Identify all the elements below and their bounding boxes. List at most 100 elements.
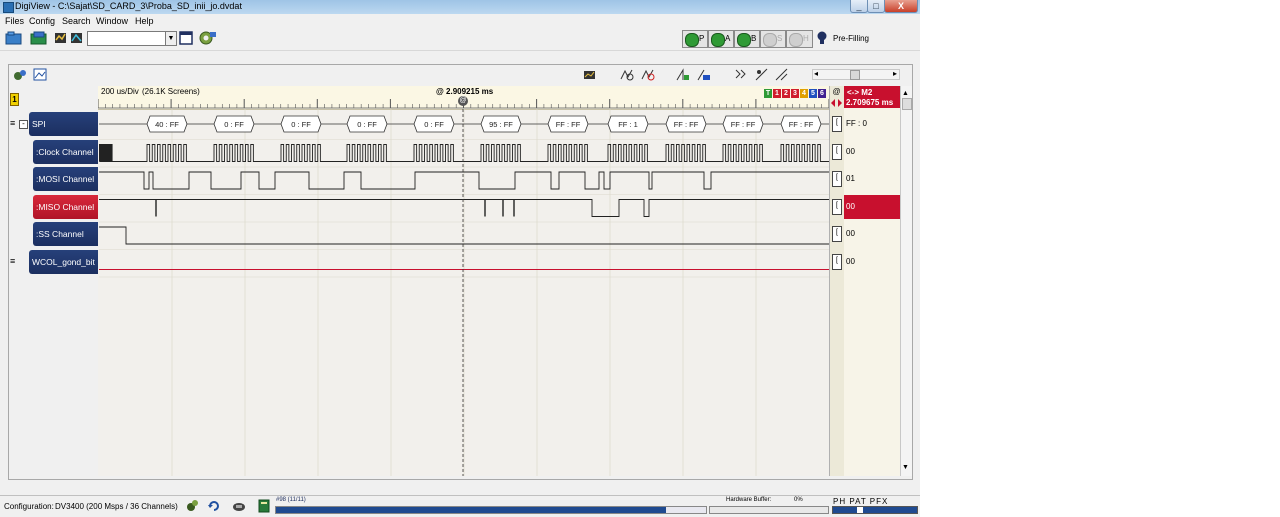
play-icon xyxy=(737,33,751,47)
settings-icon[interactable] xyxy=(185,499,199,513)
device-icon[interactable] xyxy=(232,499,246,513)
main-toolbar: ▼ P A B S H Pre-Filling xyxy=(0,28,920,51)
cursor-marker[interactable]: @ xyxy=(458,96,468,106)
run-s-label: S xyxy=(777,34,783,43)
menu-window[interactable]: Window xyxy=(96,16,128,26)
spi-frame[interactable]: 0 : FF xyxy=(413,115,455,133)
group-expander-icon[interactable]: ≡ xyxy=(10,256,15,266)
capture-status: Pre-Filling xyxy=(833,34,870,43)
maximize-button[interactable]: □ xyxy=(867,0,885,13)
stop-icon xyxy=(789,33,803,47)
channel-label-6[interactable]: WCOL_gond_bit xyxy=(29,249,98,274)
channel-value: FF : 0 xyxy=(846,119,867,128)
menu-bar: Files Config Search Window Help xyxy=(0,14,920,28)
channel-bracket-icon[interactable]: [ xyxy=(832,116,842,132)
zoom-in-icon[interactable] xyxy=(620,68,634,81)
channel-label-4[interactable]: :MISO Channel xyxy=(33,194,98,219)
zoom-out-icon[interactable] xyxy=(641,68,655,81)
run-p-label: P xyxy=(699,34,705,43)
channel-bracket-icon[interactable]: [ xyxy=(832,171,842,187)
book-icon[interactable] xyxy=(258,499,270,513)
trigger-settings-icon[interactable] xyxy=(70,31,83,45)
channel-name: SPI xyxy=(32,119,46,129)
channel-label-3[interactable]: :MOSI Channel xyxy=(33,167,98,191)
spi-frame[interactable]: FF : FF xyxy=(665,115,707,133)
spi-frame[interactable]: 0 : FF xyxy=(280,115,322,133)
run-b-button[interactable]: B xyxy=(734,30,761,48)
spi-frame-label: FF : FF xyxy=(556,120,581,129)
spi-frame[interactable]: FF : FF xyxy=(547,115,589,133)
scroll-up-icon[interactable]: ▲ xyxy=(902,90,909,97)
run-a-button[interactable]: A xyxy=(708,30,735,48)
progress-label: #98 (11/11) xyxy=(276,497,306,503)
channel-name: :Clock Channel xyxy=(36,146,94,157)
spi-frame[interactable]: FF : FF xyxy=(780,115,822,133)
window-title: DigiView - C:\Sajat\SD_CARD_3\Proba_SD_i… xyxy=(15,1,242,11)
title-bar[interactable]: DigiView - C:\Sajat\SD_CARD_3\Proba_SD_i… xyxy=(0,0,920,14)
search-edge-icon[interactable] xyxy=(775,68,789,81)
waveform-traces[interactable]: 40 : FF 0 : FF 0 : FF 0 : FF 0 : FF 95 : FF FF… xyxy=(99,109,829,476)
minimize-button[interactable]: _ xyxy=(850,0,868,13)
spi-frame[interactable]: 95 : FF xyxy=(480,115,522,133)
collapse-toggle[interactable]: - xyxy=(19,120,28,129)
hw-buffer-value: 0% xyxy=(794,497,803,503)
spi-frame-label: 0 : FF xyxy=(424,120,444,129)
zoom-thumb[interactable] xyxy=(850,70,860,80)
spi-frame[interactable]: 0 : FF xyxy=(213,115,255,133)
channel-label-2[interactable]: :Clock Channel xyxy=(33,139,98,164)
channel-value: 00 xyxy=(846,146,855,156)
at-symbol: @ xyxy=(832,87,841,96)
vscroll-thumb[interactable] xyxy=(902,98,912,110)
spi-frame-label: 0 : FF xyxy=(224,120,244,129)
channel-add-icon[interactable] xyxy=(13,69,27,81)
hw-buffer-bar xyxy=(709,506,829,514)
refresh-icon[interactable] xyxy=(207,499,221,513)
group-expander-icon[interactable]: ≡ xyxy=(10,118,15,128)
spi-frame-label: 0 : FF xyxy=(291,120,311,129)
trigger-badge[interactable]: 1 xyxy=(10,93,19,106)
marker-jump-icon[interactable] xyxy=(697,68,711,81)
menu-files[interactable]: Files xyxy=(5,16,24,26)
marker-legend: T123456 xyxy=(764,87,827,98)
close-button[interactable]: X xyxy=(884,0,918,13)
run-s-button[interactable]: S xyxy=(760,30,787,48)
menu-config[interactable]: Config xyxy=(29,16,55,26)
spi-frame[interactable]: FF : 1 xyxy=(607,115,649,133)
channel-bracket-icon[interactable]: [ xyxy=(832,226,842,242)
vertical-scrollbar[interactable]: ▲ ▼ xyxy=(900,86,912,476)
channel-bracket-icon[interactable]: [ xyxy=(832,253,842,270)
print-icon[interactable] xyxy=(583,68,596,81)
scroll-down-icon[interactable]: ▼ xyxy=(902,464,909,471)
menu-search[interactable]: Search xyxy=(62,16,91,26)
capture-settings-icon[interactable] xyxy=(54,31,67,45)
spi-frame[interactable]: FF : FF xyxy=(722,115,764,133)
gear-icon[interactable] xyxy=(197,30,217,46)
window-icon[interactable] xyxy=(179,31,193,45)
scroll-left-icon[interactable]: ◂ xyxy=(814,69,818,78)
save-icon[interactable] xyxy=(30,31,48,45)
channel-name: :MISO Channel xyxy=(36,201,95,212)
channel-bracket-icon[interactable]: [ xyxy=(832,143,842,160)
channel-label-5[interactable]: :SS Channel xyxy=(33,222,98,246)
chevron-down-icon[interactable]: ▼ xyxy=(165,32,176,45)
play-icon xyxy=(711,33,725,47)
channel-label-1[interactable]: SPI xyxy=(29,112,98,136)
spi-frame[interactable]: 40 : FF xyxy=(146,115,188,133)
digiview-window: DigiView - C:\Sajat\SD_CARD_3\Proba_SD_i… xyxy=(0,0,920,517)
run-p-button[interactable]: P xyxy=(682,30,709,48)
zoom-scrollbar[interactable]: ◂ ▸ xyxy=(812,69,900,80)
run-h-button[interactable]: H xyxy=(786,30,813,48)
scroll-right-icon[interactable]: ▸ xyxy=(893,69,897,78)
hw-buffer-label: Hardware Buffer: xyxy=(726,497,772,503)
spi-frame[interactable]: 0 : FF xyxy=(346,115,388,133)
screenshot-icon[interactable] xyxy=(33,68,47,81)
config-combo[interactable]: ▼ xyxy=(87,31,177,46)
marker-tool-icon[interactable] xyxy=(676,68,690,81)
play-icon xyxy=(763,33,777,47)
open-folder-icon[interactable] xyxy=(5,31,23,45)
spi-frame-label: 0 : FF xyxy=(357,120,377,129)
menu-help[interactable]: Help xyxy=(135,16,154,26)
search-prev-icon[interactable] xyxy=(734,68,748,81)
channel-bracket-icon[interactable]: [ xyxy=(832,198,842,215)
search-next-icon[interactable] xyxy=(755,68,769,81)
